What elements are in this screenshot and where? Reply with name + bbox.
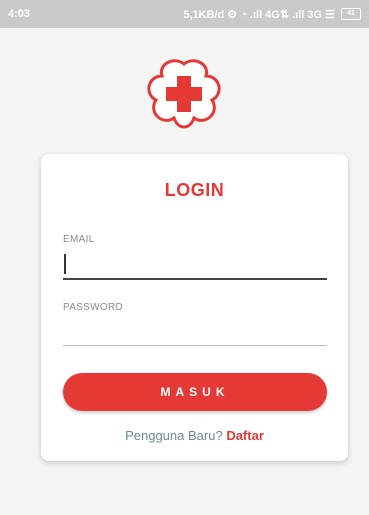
- login-card: LOGIN EMAIL PASSWORD MASUK Pengguna Baru…: [41, 154, 348, 461]
- red-cross-logo-icon: [147, 59, 221, 129]
- email-label: EMAIL: [63, 234, 95, 245]
- email-input[interactable]: [63, 250, 327, 276]
- login-title: LOGIN: [164, 180, 225, 200]
- masuk-button[interactable]: MASUK: [63, 373, 327, 411]
- text-cursor: [64, 254, 66, 274]
- daftar-link[interactable]: Daftar: [226, 428, 264, 443]
- password-input[interactable]: [63, 317, 327, 343]
- email-underline: [63, 278, 327, 280]
- battery-icon: 41: [341, 8, 361, 20]
- status-bar: 4:03 5,1KB/d ⚙ ◔ .ıll 4G⇅ .ıll 3G ☰ 41: [0, 0, 369, 28]
- password-label: PASSWORD: [63, 302, 123, 313]
- new-user-text: Pengguna Baru?: [125, 428, 223, 443]
- password-underline: [63, 345, 327, 346]
- status-indicators: 5,1KB/d ⚙ ◔ .ıll 4G⇅ .ıll 3G ☰ 41: [183, 8, 361, 21]
- status-time: 4:03: [8, 8, 31, 20]
- network-indicators: 5,1KB/d ⚙ ◔ .ıll 4G⇅ .ıll 3G ☰: [183, 8, 335, 21]
- register-prompt: Pengguna Baru? Daftar: [41, 428, 348, 443]
